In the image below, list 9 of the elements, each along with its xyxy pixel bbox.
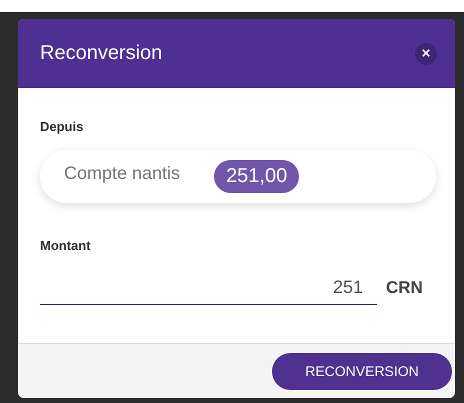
currency-label: CRN bbox=[386, 278, 423, 298]
field-label: Montant bbox=[40, 238, 91, 253]
close-button[interactable]: × bbox=[415, 42, 437, 64]
balance-badge: 251,00 bbox=[214, 160, 300, 193]
account-card[interactable]: Compte nantis 251,00 bbox=[40, 150, 436, 203]
reconversion-button[interactable]: RECONVERSION bbox=[272, 352, 452, 390]
field-label: Depuis bbox=[40, 119, 84, 134]
dialog-title: Reconversion bbox=[40, 42, 162, 65]
account-name: Compte nantis bbox=[64, 163, 180, 184]
